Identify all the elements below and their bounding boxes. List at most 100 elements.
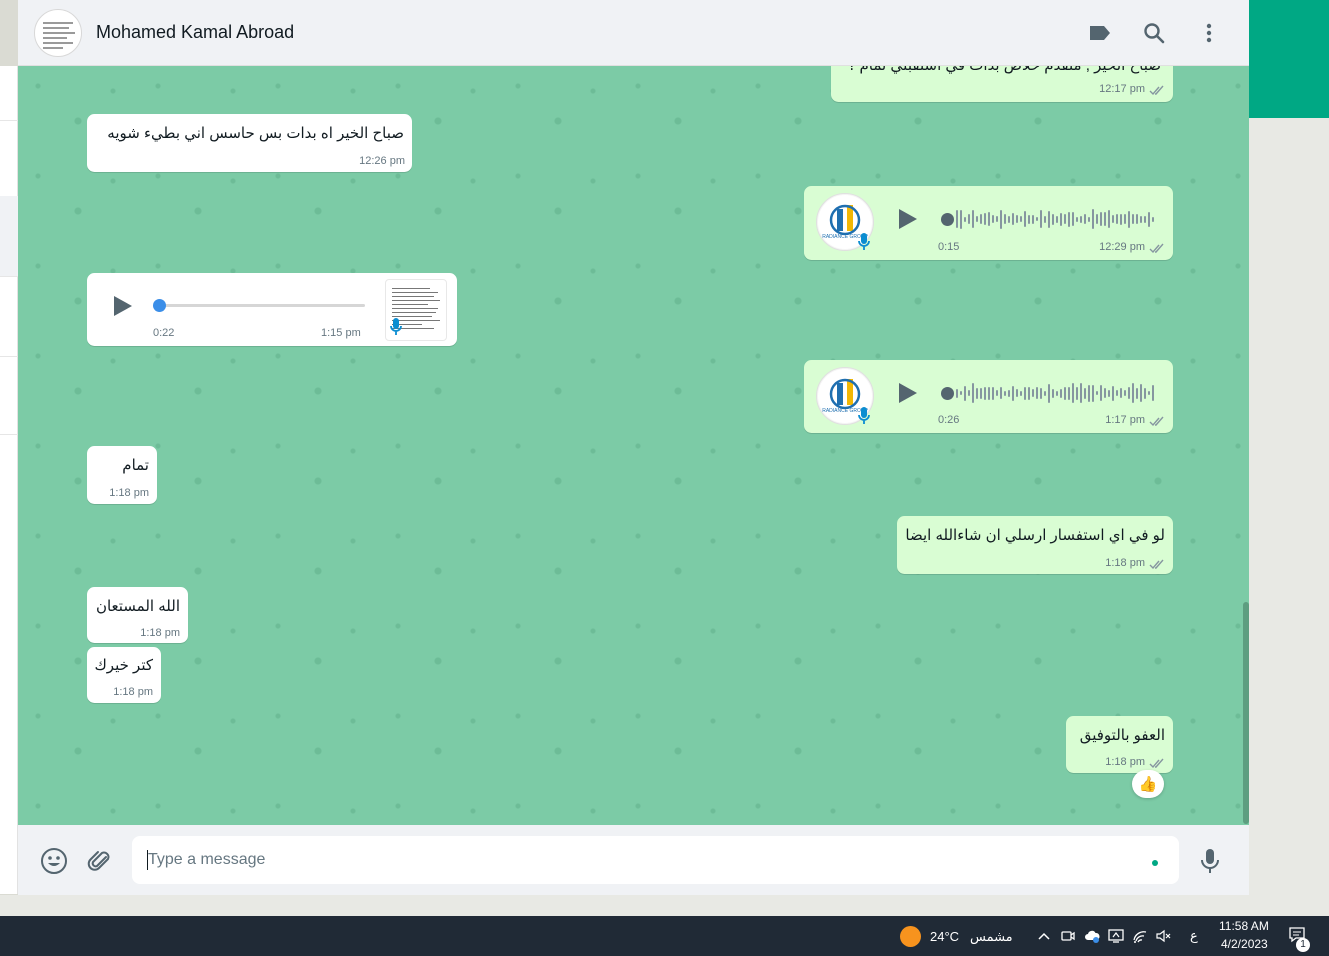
voice-message-outgoing[interactable]: RADIANCE GROUP 0:26 1:17 pm xyxy=(804,360,1173,433)
waveform-bar xyxy=(980,387,982,399)
waveform-bar xyxy=(1028,214,1030,224)
message-incoming[interactable]: تمام 1:18 pm xyxy=(87,446,157,504)
weather-icon[interactable] xyxy=(900,926,921,947)
label-icon[interactable] xyxy=(1085,18,1115,48)
playback-knob[interactable] xyxy=(941,387,954,400)
waveform-bar xyxy=(1104,212,1106,226)
waveform[interactable] xyxy=(956,208,1154,230)
waveform-bar xyxy=(984,213,986,225)
waveform-bar xyxy=(1092,384,1094,402)
waveform-bar xyxy=(1020,216,1022,222)
waveform-bar xyxy=(1108,210,1110,228)
clock-date[interactable]: 4/2/2023 xyxy=(1221,937,1268,951)
waveform-bar xyxy=(1012,213,1014,225)
message-time: 1:18 pm xyxy=(1105,557,1145,569)
playback-knob[interactable] xyxy=(941,213,954,226)
waveform-bar xyxy=(1136,387,1138,399)
message-time: 1:18 pm xyxy=(140,627,180,639)
message-reaction[interactable]: 👍 xyxy=(1132,770,1164,798)
message-incoming[interactable]: الله المستعان 1:18 pm xyxy=(87,587,188,643)
double-check-icon xyxy=(1149,416,1164,427)
waveform-bar xyxy=(1124,214,1126,224)
waveform[interactable] xyxy=(956,382,1154,404)
waveform-bar xyxy=(1036,387,1038,399)
chat-panel[interactable]: صباح الخير , متقدم خلاص بدات في استقبلي … xyxy=(18,66,1249,825)
play-icon[interactable] xyxy=(894,380,920,406)
playback-track[interactable] xyxy=(157,304,365,307)
chat-scrollbar[interactable] xyxy=(1243,602,1249,824)
display-icon[interactable] xyxy=(1108,928,1124,944)
voice-duration: 0:15 xyxy=(938,241,960,253)
playback-knob[interactable] xyxy=(153,299,166,312)
message-outgoing[interactable]: العفو بالتوفيق 1:18 pm xyxy=(1066,716,1173,773)
waveform-bar xyxy=(996,216,998,222)
waveform-bar xyxy=(1120,388,1122,398)
waveform-bar xyxy=(1080,215,1082,223)
message-text: تمام xyxy=(122,457,149,474)
wifi-icon[interactable] xyxy=(1132,928,1148,944)
waveform-bar xyxy=(1004,214,1006,224)
voice-message-outgoing[interactable]: RADIANCE GROUP 0:15 12:29 pm xyxy=(804,186,1173,260)
message-outgoing[interactable]: لو في اي استفسار ارسلي ان شاءالله ايضا 1… xyxy=(897,516,1173,574)
message-text: لو في اي استفسار ارسلي ان شاءالله ايضا xyxy=(905,527,1165,544)
message-time: 1:18 pm xyxy=(109,487,149,499)
waveform-bar xyxy=(1024,211,1026,227)
message-input[interactable] xyxy=(132,836,1179,884)
waveform-bar xyxy=(1148,391,1150,395)
meet-icon[interactable] xyxy=(1060,928,1076,944)
message-incoming[interactable]: كتر خيرك 1:18 pm xyxy=(87,647,161,703)
voice-message-incoming[interactable]: 0:22 1:15 pm xyxy=(87,273,457,346)
weather-condition[interactable]: مشمس xyxy=(970,929,1013,945)
waveform-bar xyxy=(1096,391,1098,395)
double-check-icon xyxy=(1149,758,1164,769)
double-check-icon xyxy=(1149,85,1164,96)
emoji-icon[interactable] xyxy=(40,847,68,875)
contact-avatar[interactable] xyxy=(34,9,82,57)
waveform-bar xyxy=(1096,214,1098,224)
play-icon[interactable] xyxy=(894,206,920,232)
waveform-bar xyxy=(1068,386,1070,400)
text-caret xyxy=(147,850,148,870)
message-time: 1:15 pm xyxy=(321,327,361,339)
contact-name[interactable]: Mohamed Kamal Abroad xyxy=(96,22,294,43)
message-incoming[interactable]: صباح الخير اه بدات بس حاسس اني بطيء شويه… xyxy=(87,114,412,172)
waveform-bar xyxy=(1132,383,1134,403)
microphone-icon[interactable] xyxy=(1196,847,1224,875)
waveform-bar xyxy=(1032,389,1034,397)
attach-icon[interactable] xyxy=(86,847,114,875)
message-time: 1:18 pm xyxy=(113,686,153,698)
waveform-bar xyxy=(1060,212,1062,226)
mic-icon xyxy=(858,233,870,250)
waveform-bar xyxy=(1088,216,1090,222)
waveform-bar xyxy=(1120,213,1122,225)
menu-icon[interactable] xyxy=(1194,18,1224,48)
waveform-bar xyxy=(1100,212,1102,226)
taskbar: 24°C مشمس ع 11:58 AM 4/2/2023 1 xyxy=(0,916,1329,956)
clock-time[interactable]: 11:58 AM xyxy=(1219,919,1269,933)
waveform-bar xyxy=(1108,389,1110,397)
waveform-bar xyxy=(996,390,998,396)
waveform-bar xyxy=(1128,387,1130,399)
waveform-bar xyxy=(1140,384,1142,402)
notification-badge: 1 xyxy=(1296,938,1310,952)
waveform-bar xyxy=(1100,385,1102,401)
waveform-bar xyxy=(968,214,970,224)
waveform-bar xyxy=(1112,215,1114,223)
waveform-bar xyxy=(1028,386,1030,400)
message-outgoing[interactable]: صباح الخير , متقدم خلاص بدات في استقبلي … xyxy=(831,66,1173,102)
search-icon[interactable] xyxy=(1139,18,1169,48)
waveform-bar xyxy=(976,387,978,399)
weather-temperature[interactable]: 24°C xyxy=(930,929,959,944)
waveform-bar xyxy=(1052,213,1054,225)
chevron-up-icon[interactable] xyxy=(1036,928,1052,944)
play-icon[interactable] xyxy=(109,293,135,319)
voice-duration: 0:22 xyxy=(153,327,175,339)
cloud-sync-icon[interactable] xyxy=(1084,928,1100,944)
waveform-bar xyxy=(1132,214,1134,224)
waveform-bar xyxy=(1016,215,1018,223)
waveform-bar xyxy=(1084,214,1086,224)
volume-muted-icon[interactable] xyxy=(1155,928,1171,944)
waveform-bar xyxy=(1004,390,1006,396)
waveform-bar xyxy=(1104,388,1106,398)
input-language[interactable]: ع xyxy=(1190,928,1198,944)
